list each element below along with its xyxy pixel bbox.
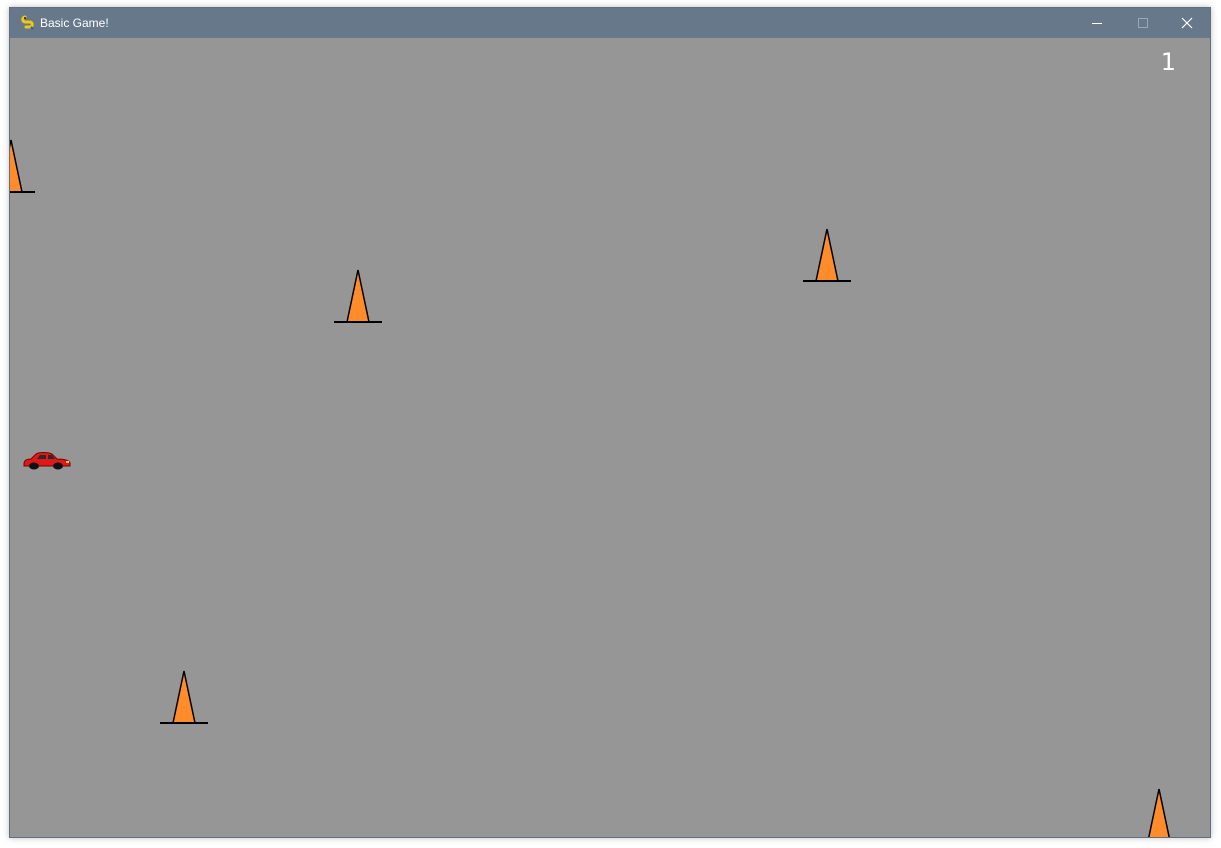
close-button[interactable] [1164, 8, 1210, 38]
minimize-icon [1092, 23, 1102, 24]
title-bar[interactable]: Basic Game! [10, 8, 1210, 38]
traffic-cone [1148, 788, 1170, 837]
traffic-cone [803, 228, 851, 282]
traffic-cone [334, 269, 382, 323]
maximize-button[interactable] [1120, 8, 1166, 38]
close-icon [1181, 17, 1193, 29]
game-window: Basic Game! 1 [9, 7, 1211, 838]
score-counter: 1 [1160, 48, 1176, 76]
traffic-cone [160, 670, 208, 724]
traffic-cone [10, 139, 35, 193]
pygame-snake-icon [21, 15, 34, 30]
game-canvas[interactable]: 1 [10, 38, 1210, 837]
minimize-button[interactable] [1074, 8, 1120, 38]
player-car [23, 452, 71, 470]
window-title: Basic Game! [40, 16, 109, 30]
maximize-icon [1138, 18, 1148, 28]
